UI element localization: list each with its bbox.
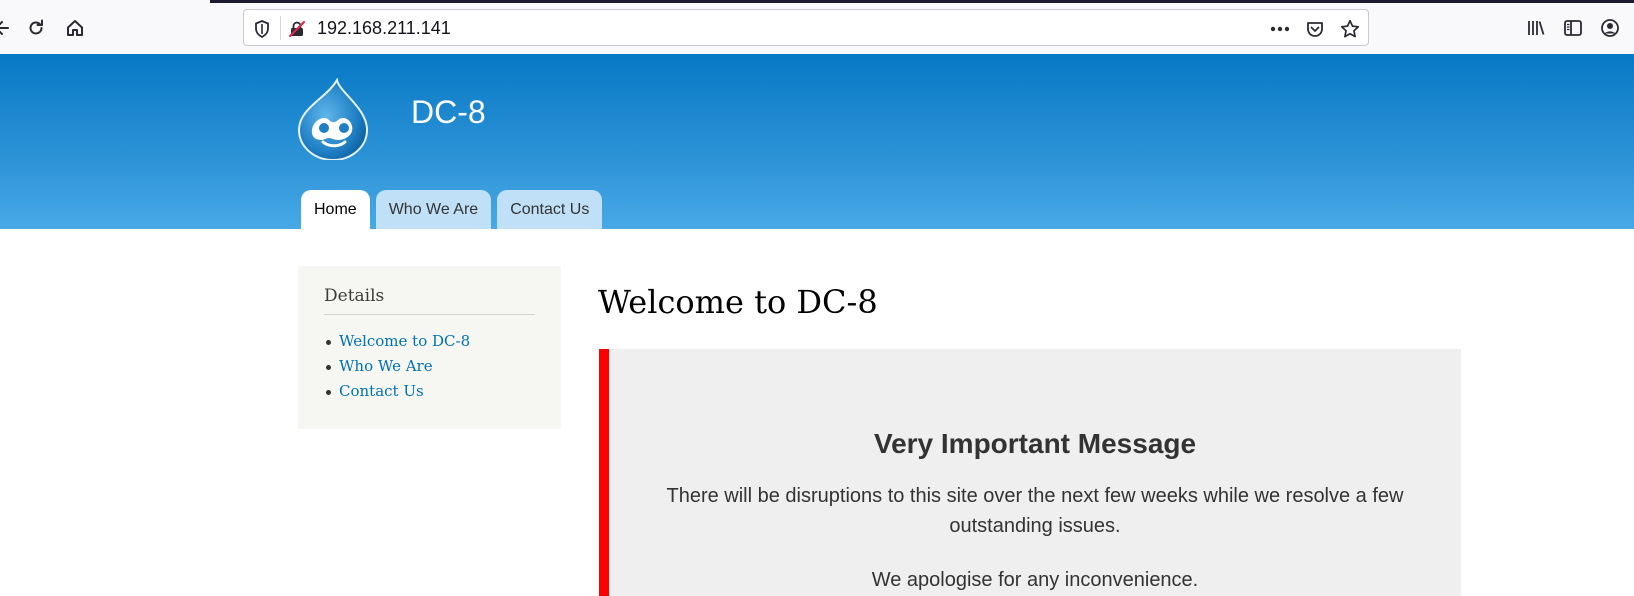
- sidebar-link-welcome[interactable]: Welcome to DC-8: [339, 332, 470, 350]
- library-icon[interactable]: [1520, 12, 1552, 44]
- site-header: [0, 54, 1634, 229]
- address-bar[interactable]: 192.168.211.141: [243, 9, 1369, 46]
- reload-icon[interactable]: [20, 12, 52, 44]
- more-icon[interactable]: [1270, 19, 1290, 39]
- page-title: Welcome to DC-8: [598, 283, 878, 321]
- shield-icon[interactable]: [252, 19, 272, 39]
- back-arrow-icon[interactable]: [0, 12, 18, 44]
- star-icon[interactable]: [1340, 19, 1360, 39]
- home-icon[interactable]: [59, 12, 91, 44]
- message-body: There will be disruptions to this site o…: [666, 485, 1404, 537]
- sidebar-link-who-we-are[interactable]: Who We Are: [339, 357, 433, 375]
- tab-contact-us[interactable]: Contact Us: [497, 190, 603, 229]
- window-accent-bar: [210, 0, 1634, 3]
- url-text[interactable]: 192.168.211.141: [317, 18, 451, 39]
- sidebar-details-block: Details Welcome to DC-8 Who We Are Conta…: [298, 266, 561, 429]
- browser-toolbar: 192.168.211.141: [0, 0, 1634, 54]
- bullet-icon: [326, 390, 331, 395]
- sidebar-icon[interactable]: [1557, 12, 1589, 44]
- pocket-icon[interactable]: [1305, 19, 1325, 39]
- bullet-icon: [326, 340, 331, 345]
- insecure-lock-icon[interactable]: [287, 19, 307, 39]
- list-item: Who We Are: [324, 354, 535, 379]
- main-navigation-tabs: Home Who We Are Contact Us: [301, 190, 603, 229]
- list-item: Contact Us: [324, 379, 535, 404]
- tab-who-we-are[interactable]: Who We Are: [375, 190, 492, 229]
- account-icon[interactable]: [1594, 12, 1626, 44]
- site-name[interactable]: DC-8: [411, 94, 486, 131]
- message-apology: We apologise for any inconvenience.: [871, 569, 1199, 591]
- drupal-drop-logo[interactable]: [297, 77, 369, 161]
- important-message-box: Very Important Message There will be dis…: [599, 349, 1461, 596]
- sidebar-title: Details: [324, 286, 535, 315]
- sidebar-link-list: Welcome to DC-8 Who We Are Contact Us: [324, 329, 535, 404]
- list-item: Welcome to DC-8: [324, 329, 535, 354]
- bullet-icon: [326, 365, 331, 370]
- tab-home[interactable]: Home: [301, 190, 370, 229]
- url-separator: [280, 16, 281, 40]
- sidebar-link-contact-us[interactable]: Contact Us: [339, 382, 424, 400]
- message-heading: Very Important Message: [873, 428, 1197, 459]
